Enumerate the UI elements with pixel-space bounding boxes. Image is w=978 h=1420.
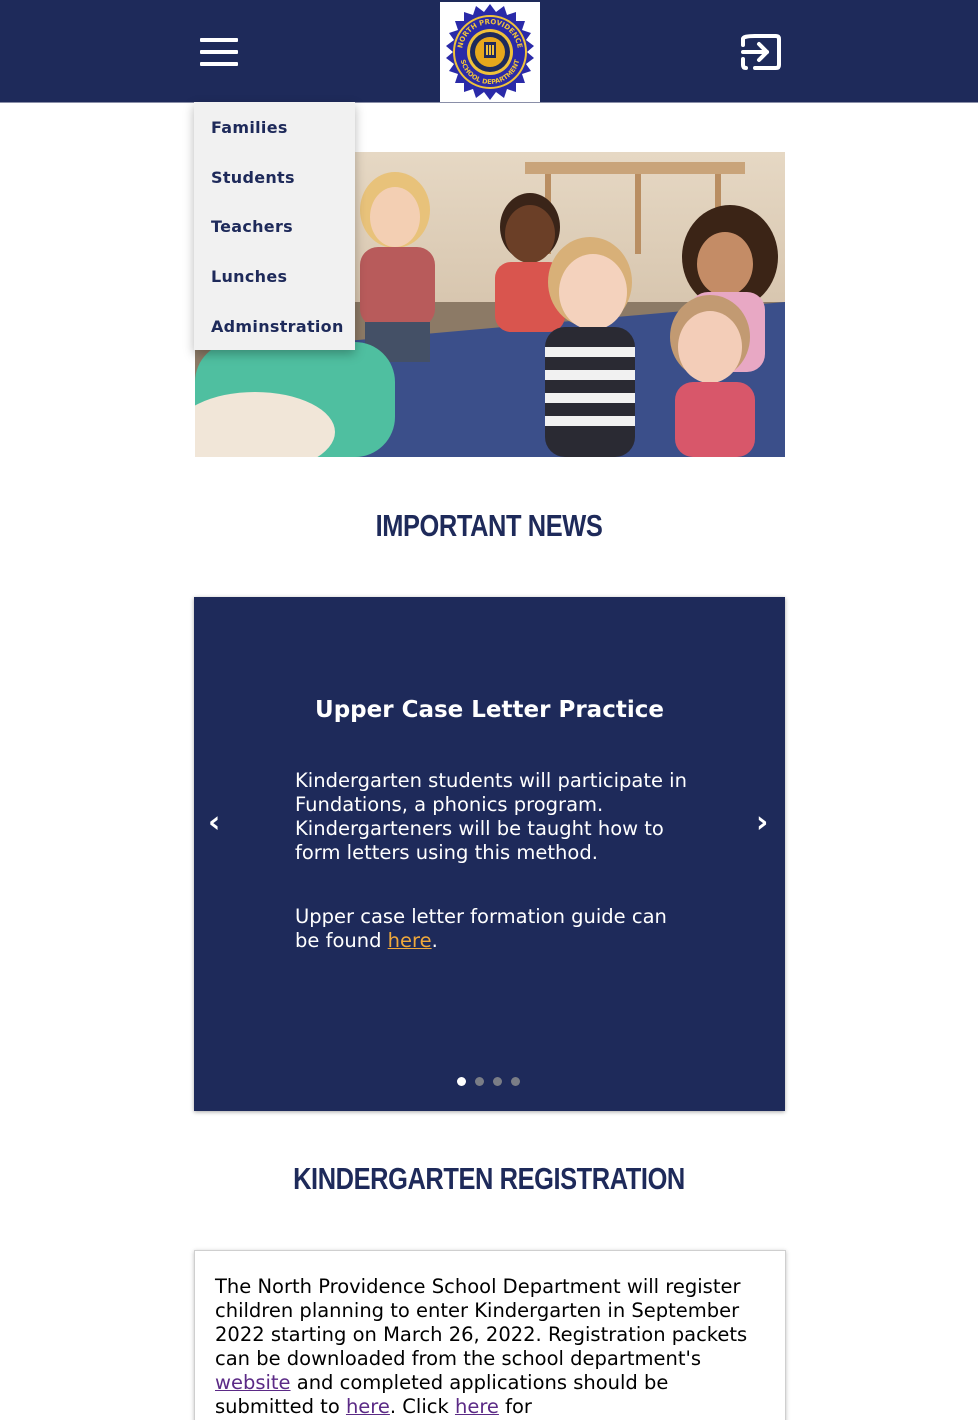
slide-paragraph-2: Upper case letter formation guide can be…	[295, 905, 695, 953]
website-link[interactable]: website	[215, 1371, 291, 1394]
carousel-prev-arrow[interactable]: ‹	[208, 805, 220, 840]
carousel-dot-3[interactable]	[493, 1077, 502, 1086]
important-news-heading: IMPORTANT NEWS	[375, 508, 603, 543]
top-nav-bar: NORTH PROVIDENCE SCHOOL DEPARTMENT	[0, 0, 978, 103]
carousel-next-arrow[interactable]: ›	[756, 805, 768, 840]
registration-card: The North Providence School Department w…	[194, 1250, 786, 1420]
menu-item-families[interactable]: Families	[211, 118, 288, 137]
registration-text-part-1: The North Providence School Department w…	[215, 1275, 748, 1370]
click-here-link[interactable]: here	[455, 1395, 499, 1418]
hamburger-menu-icon[interactable]	[200, 38, 238, 66]
menu-item-administration[interactable]: Adminstration	[211, 317, 344, 336]
menu-item-students[interactable]: Students	[211, 168, 295, 187]
school-logo[interactable]: NORTH PROVIDENCE SCHOOL DEPARTMENT	[440, 2, 540, 102]
menu-item-lunches[interactable]: Lunches	[211, 267, 287, 286]
submit-here-link[interactable]: here	[346, 1395, 390, 1418]
registration-text-part-4: for	[498, 1395, 532, 1418]
slide-paragraph-2-end: .	[431, 929, 438, 952]
school-seal-icon: NORTH PROVIDENCE SCHOOL DEPARTMENT	[446, 4, 534, 100]
slide-paragraph-2-text: Upper case letter formation guide can be…	[295, 905, 667, 952]
menu-item-teachers[interactable]: Teachers	[211, 217, 293, 236]
kindergarten-registration-heading: KINDERGARTEN REGISTRATION	[293, 1161, 685, 1196]
nav-dropdown-menu: Families Students Teachers Lunches Admin…	[194, 102, 355, 350]
formation-guide-link[interactable]: here	[388, 929, 432, 952]
slide-title: Upper Case Letter Practice	[315, 697, 664, 723]
registration-text: The North Providence School Department w…	[215, 1275, 770, 1419]
carousel-dot-4[interactable]	[511, 1077, 520, 1086]
carousel-dot-1[interactable]	[457, 1077, 466, 1086]
carousel-dot-2[interactable]	[475, 1077, 484, 1086]
registration-text-part-3: . Click	[389, 1395, 455, 1418]
sign-out-icon[interactable]	[738, 32, 782, 72]
news-carousel: ‹ › Upper Case Letter Practice Kindergar…	[194, 597, 785, 1111]
page: NORTH PROVIDENCE SCHOOL DEPARTMENT Famil…	[0, 0, 978, 1420]
slide-paragraph-1: Kindergarten students will participate i…	[295, 769, 687, 864]
